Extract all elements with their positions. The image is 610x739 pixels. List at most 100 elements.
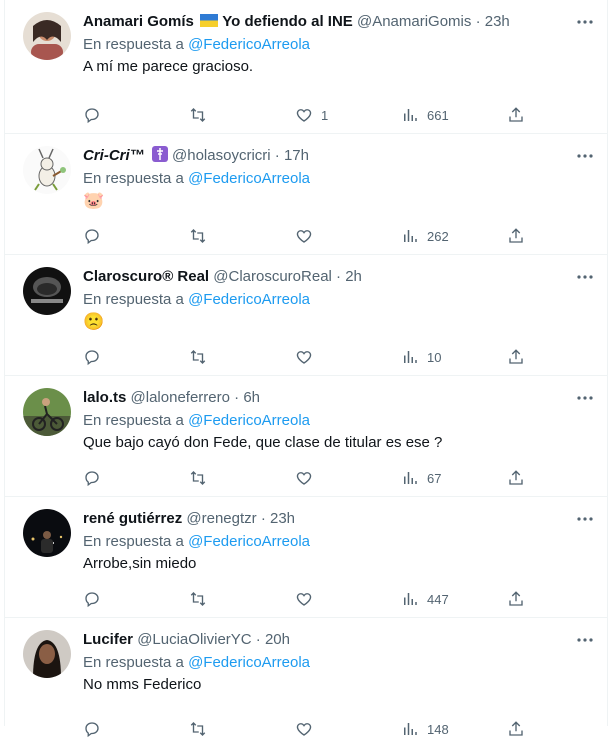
retweet-button[interactable] — [189, 719, 249, 739]
reply-handle-link[interactable]: @FedericoArreola — [188, 36, 310, 53]
views-button[interactable]: 661 — [401, 105, 461, 125]
timestamp[interactable]: 23h — [270, 510, 295, 527]
avatar[interactable] — [23, 12, 71, 60]
reply-context: En respuesta a @FedericoArreola — [83, 290, 595, 310]
more-icon[interactable] — [575, 14, 595, 30]
views-button[interactable]: 262 — [401, 226, 461, 246]
retweet-icon — [190, 229, 206, 243]
avatar[interactable] — [23, 146, 71, 194]
timestamp[interactable]: 6h — [243, 389, 260, 406]
timestamp[interactable]: 23h — [485, 13, 510, 30]
reply-handle-link[interactable]: @FedericoArreola — [188, 533, 310, 550]
reply-context: En respuesta a @FedericoArreola — [83, 411, 595, 431]
author-name[interactable]: Lucifer — [83, 631, 133, 648]
author-name[interactable]: lalo.ts — [83, 389, 126, 406]
like-button[interactable] — [295, 226, 355, 246]
tweet[interactable]: lalo.ts @laloneferrero · 6h En respuesta… — [5, 376, 607, 497]
like-button[interactable] — [295, 347, 355, 367]
like-button[interactable] — [295, 589, 355, 609]
tweet-actions: 262 — [83, 226, 527, 246]
author-name[interactable]: Cri-Cri™ — [83, 147, 145, 164]
tweet[interactable]: Anamari Gomís Yo defiendo al INE @Anamar… — [5, 0, 607, 134]
like-button[interactable] — [295, 719, 355, 739]
reply-button[interactable] — [83, 589, 143, 609]
separator-dot: · — [260, 510, 266, 527]
author-name[interactable]: Claroscuro® Real — [83, 268, 209, 285]
like-icon — [296, 230, 312, 243]
tweet[interactable]: Cri-Cri™ @holasoycricri · 17h En respues… — [5, 134, 607, 255]
verified-badge-icon — [151, 146, 168, 162]
retweet-button[interactable] — [189, 105, 249, 125]
views-count: 447 — [427, 591, 449, 607]
author-handle[interactable]: @AnamariGomis — [357, 13, 471, 30]
more-icon[interactable] — [575, 269, 595, 285]
reply-handle-link[interactable]: @FedericoArreola — [188, 291, 310, 308]
tweet-text: A mí me parece gracioso. — [83, 58, 254, 75]
views-button[interactable]: 67 — [401, 468, 461, 488]
tweet[interactable]: rené gutiérrez @renegtzr · 23h En respue… — [5, 497, 607, 618]
more-icon[interactable] — [575, 632, 595, 648]
tweet-text: 🙁 — [83, 312, 105, 331]
views-count: 10 — [427, 349, 442, 365]
tweet-actions: 67 — [83, 468, 527, 488]
author-handle[interactable]: @LuciaOlivierYC — [137, 631, 251, 648]
separator-dot: · — [255, 631, 261, 648]
retweet-button[interactable] — [189, 468, 249, 488]
separator-dot: · — [475, 13, 481, 30]
reply-icon — [85, 108, 99, 124]
reply-button[interactable] — [83, 347, 143, 367]
tweet-actions: 447 — [83, 589, 527, 609]
reply-icon — [85, 592, 99, 608]
views-button[interactable]: 10 — [401, 347, 461, 367]
reply-handle-link[interactable]: @FedericoArreola — [188, 654, 310, 671]
reply-prefix: En respuesta a — [83, 412, 184, 429]
avatar[interactable] — [23, 630, 71, 678]
share-icon — [509, 591, 523, 606]
share-button[interactable] — [507, 719, 527, 739]
more-icon[interactable] — [575, 511, 595, 527]
reply-button[interactable] — [83, 468, 143, 488]
tweet[interactable]: Lucifer @LuciaOlivierYC · 20h En respues… — [5, 618, 607, 739]
timestamp[interactable]: 20h — [265, 631, 290, 648]
reply-context: En respuesta a @FedericoArreola — [83, 653, 595, 673]
views-button[interactable]: 447 — [401, 589, 461, 609]
share-button[interactable] — [507, 105, 527, 125]
views-count: 148 — [427, 721, 449, 737]
author-handle[interactable]: @holasoycricri — [172, 147, 271, 164]
timestamp[interactable]: 17h — [284, 147, 309, 164]
reply-button[interactable] — [83, 719, 143, 739]
retweet-button[interactable] — [189, 347, 249, 367]
avatar[interactable] — [23, 388, 71, 436]
like-icon — [296, 472, 312, 485]
author-handle[interactable]: @laloneferrero — [131, 389, 230, 406]
reply-prefix: En respuesta a — [83, 291, 184, 308]
retweet-icon — [190, 592, 206, 606]
like-button[interactable]: 1 — [295, 105, 355, 125]
more-icon[interactable] — [575, 390, 595, 406]
author-handle[interactable]: @ClaroscuroReal — [213, 268, 332, 285]
share-button[interactable] — [507, 347, 527, 367]
reply-prefix: En respuesta a — [83, 654, 184, 671]
author-name[interactable]: rené gutiérrez — [83, 510, 182, 527]
views-button[interactable]: 148 — [401, 719, 461, 739]
avatar[interactable] — [23, 267, 71, 315]
share-button[interactable] — [507, 589, 527, 609]
views-icon — [404, 351, 417, 363]
author-name[interactable]: Anamari Gomís — [83, 13, 194, 30]
reply-button[interactable] — [83, 105, 143, 125]
share-button[interactable] — [507, 226, 527, 246]
reply-button[interactable] — [83, 226, 143, 246]
author-name-suffix[interactable]: Yo defiendo al INE — [222, 13, 353, 30]
retweet-button[interactable] — [189, 226, 249, 246]
author-handle[interactable]: @renegtzr — [186, 510, 256, 527]
avatar[interactable] — [23, 509, 71, 557]
tweet[interactable]: Claroscuro® Real @ClaroscuroReal · 2h En… — [5, 255, 607, 376]
reply-handle-link[interactable]: @FedericoArreola — [188, 412, 310, 429]
reply-handle-link[interactable]: @FedericoArreola — [188, 170, 310, 187]
retweet-button[interactable] — [189, 589, 249, 609]
more-icon[interactable] — [575, 148, 595, 164]
timestamp[interactable]: 2h — [345, 268, 362, 285]
tweet-actions: 148 — [83, 719, 527, 739]
like-button[interactable] — [295, 468, 355, 488]
share-button[interactable] — [507, 468, 527, 488]
